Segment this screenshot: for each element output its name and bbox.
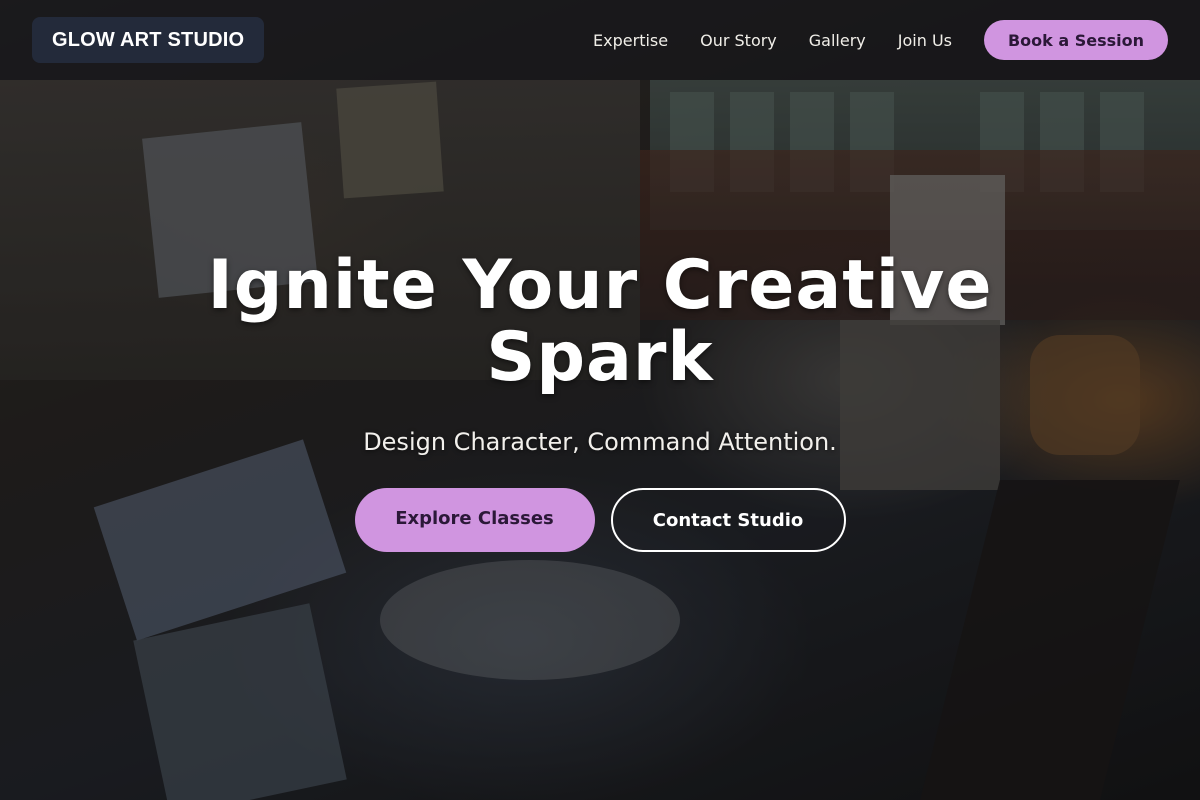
- top-navbar: GLOW ART STUDIO Expertise Our Story Gall…: [0, 0, 1200, 80]
- hero-subtitle: Design Character, Command Attention.: [363, 428, 837, 456]
- contact-studio-button[interactable]: Contact Studio: [610, 488, 846, 552]
- studio-logo[interactable]: GLOW ART STUDIO: [32, 17, 265, 63]
- nav-link-gallery[interactable]: Gallery: [809, 31, 866, 50]
- hero-title: Ignite Your Creative Spark: [207, 246, 993, 397]
- nav-link-join-us[interactable]: Join Us: [898, 31, 952, 50]
- book-session-button[interactable]: Book a Session: [984, 20, 1168, 60]
- hero-background: GLOW ART STUDIO Expertise Our Story Gall…: [0, 0, 1200, 800]
- hero-cta-row: Explore Classes Contact Studio: [0, 488, 1200, 552]
- explore-classes-button[interactable]: Explore Classes: [354, 488, 595, 552]
- hero-content: Ignite Your Creative Spark Design Charac…: [0, 246, 1200, 457]
- nav-link-expertise[interactable]: Expertise: [593, 31, 668, 50]
- nav-links: Expertise Our Story Gallery Join Us: [593, 0, 952, 80]
- nav-link-our-story[interactable]: Our Story: [700, 31, 777, 50]
